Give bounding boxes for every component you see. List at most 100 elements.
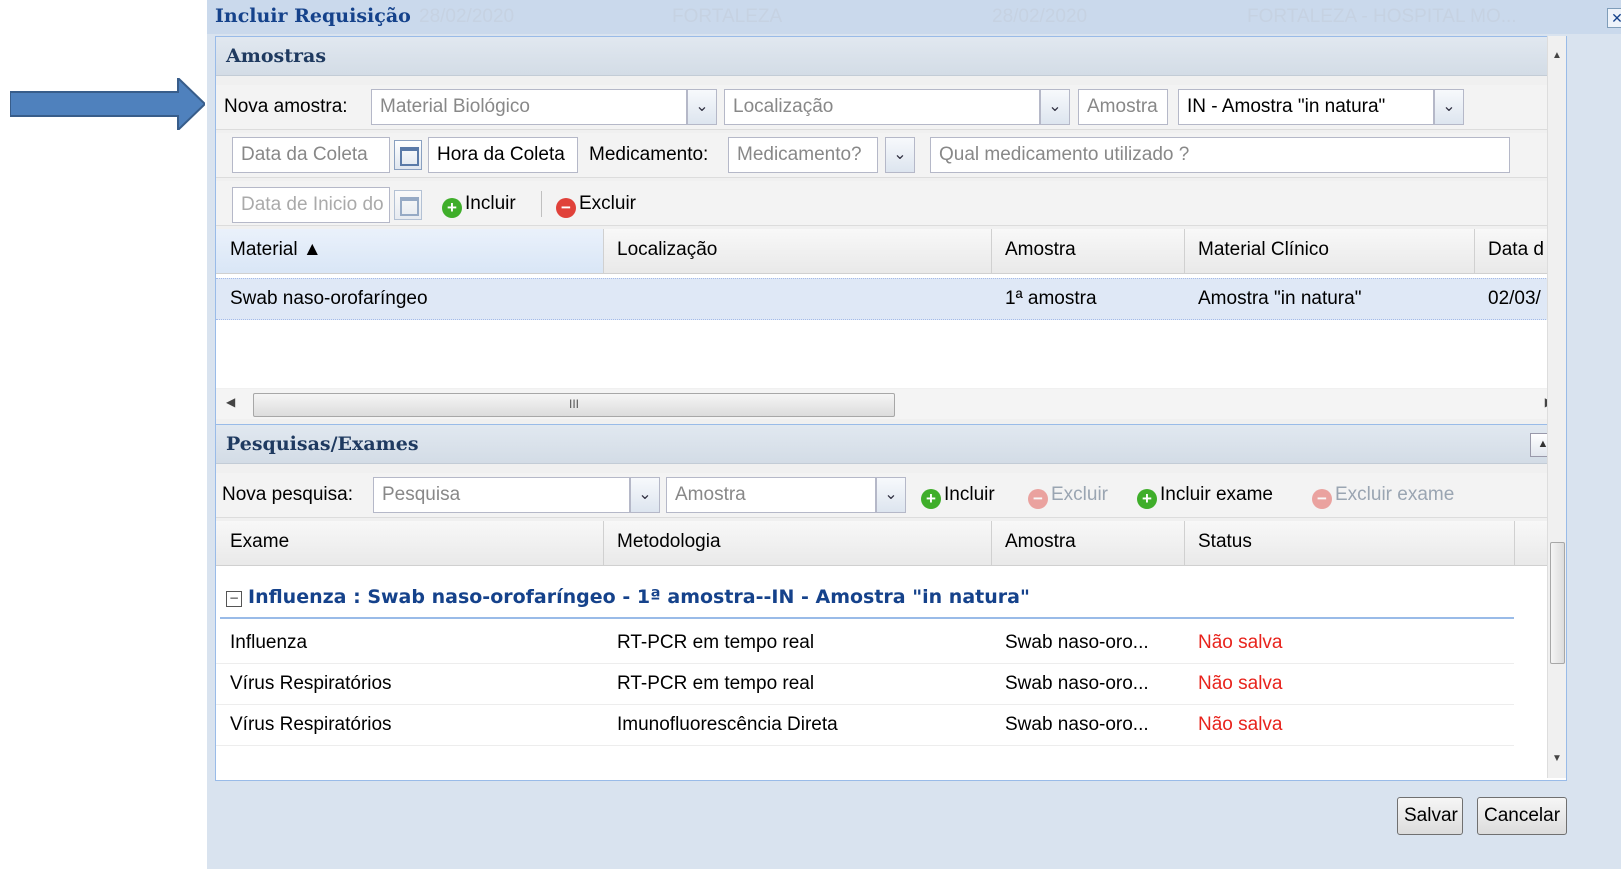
pesquisas-header: Pesquisas/Exames ▲ (216, 425, 1566, 464)
cell-material-clinico: Amostra "in natura" (1198, 288, 1362, 309)
chevron-down-icon[interactable]: ⌄ (687, 89, 717, 125)
column-separator (603, 229, 604, 273)
cell-status: Não salva (1198, 632, 1283, 653)
column-separator (1184, 521, 1185, 565)
vertical-scrollbar[interactable]: ▲ ▼ (1547, 36, 1566, 778)
table-row[interactable]: Vírus Respiratórios Imunofluorescência D… (216, 705, 1514, 746)
cell-amostra: Swab naso-oro... (1005, 673, 1149, 694)
cell-exame: Vírus Respiratórios (230, 714, 392, 735)
group-divider (220, 617, 1514, 619)
minus-icon: − (556, 198, 576, 218)
medicamento-combo[interactable]: Medicamento? (728, 137, 878, 173)
calendar-icon[interactable] (394, 190, 422, 220)
toolbar-separator (541, 191, 542, 217)
col-exame[interactable]: Exame (230, 531, 289, 553)
hora-coleta-field[interactable]: Hora da Coleta (428, 137, 578, 173)
amostras-grid-header: Material ▲ Localização Amostra Material … (216, 229, 1566, 274)
amostras-grid-body: Swab naso-orofaríngeo 1ª amostra Amostra… (216, 274, 1566, 388)
chevron-down-icon[interactable]: ⌄ (876, 477, 906, 513)
column-separator (991, 521, 992, 565)
column-separator (603, 521, 604, 565)
col-localizacao[interactable]: Localização (617, 239, 717, 261)
material-biologico-combo[interactable]: Material Biológico (371, 89, 687, 125)
exames-grid-body: − Influenza : Swab naso-orofaríngeo - 1ª … (216, 566, 1566, 780)
salvar-button[interactable]: Salvar (1397, 797, 1463, 835)
excluir-pesquisa-button[interactable]: − Excluir (1028, 484, 1108, 509)
col-material[interactable]: Material ▲ (230, 239, 322, 261)
calendar-icon[interactable] (394, 140, 422, 170)
plus-icon: + (1137, 489, 1157, 509)
medicamento-label: Medicamento: (589, 144, 709, 165)
col-status[interactable]: Status (1198, 531, 1252, 553)
column-separator (1514, 521, 1515, 565)
amostra-pesquisa-combo[interactable]: Amostra (666, 477, 876, 513)
nova-amostra-label: Nova amostra: (224, 96, 348, 117)
incluir-requisicao-dialog: Incluir Requisição 28/02/2020 FORTALEZA … (207, 0, 1621, 869)
pesquisa-combo[interactable]: Pesquisa (373, 477, 630, 513)
col-metodologia[interactable]: Metodologia (617, 531, 721, 553)
annotation-arrow (10, 78, 205, 130)
scroll-left-icon[interactable]: ◀ (226, 395, 235, 409)
group-header[interactable]: − Influenza : Swab naso-orofaríngeo - 1ª … (226, 586, 1030, 608)
col-data[interactable]: Data d (1488, 239, 1544, 261)
cell-exame: Vírus Respiratórios (230, 673, 392, 694)
amostras-panel: Amostras Nova amostra: Material Biológic… (215, 36, 1567, 426)
chevron-down-icon[interactable]: ⌄ (885, 137, 915, 173)
qual-medicamento-field[interactable]: Qual medicamento utilizado ? (930, 137, 1510, 173)
cell-amostra: Swab naso-oro... (1005, 714, 1149, 735)
cancelar-button[interactable]: Cancelar (1477, 797, 1567, 835)
ghost-city: FORTALEZA (672, 6, 783, 27)
table-row[interactable]: Swab naso-orofaríngeo 1ª amostra Amostra… (216, 278, 1566, 320)
cell-amostra: Swab naso-oro... (1005, 632, 1149, 653)
plus-icon: + (921, 489, 941, 509)
localizacao-combo[interactable]: Localização (724, 89, 1040, 125)
cell-amostra: 1ª amostra (1005, 288, 1097, 309)
cell-status: Não salva (1198, 714, 1283, 735)
collapse-group-icon[interactable]: − (226, 591, 242, 607)
amostras-title: Amostras (226, 45, 327, 67)
amostras-toolbar-row3: Data de Inicio do + Incluir − Excluir (216, 181, 1566, 226)
plus-icon: + (442, 198, 462, 218)
column-separator (1184, 229, 1185, 273)
cell-metodologia: Imunofluorescência Direta (617, 714, 838, 735)
table-row[interactable]: Influenza RT-PCR em tempo real Swab naso… (216, 623, 1514, 664)
pesquisas-panel: Pesquisas/Exames ▲ Nova pesquisa: Pesqui… (215, 424, 1567, 781)
amostra-label-box: Amostra (1078, 89, 1168, 125)
scroll-down-icon[interactable]: ▼ (1552, 753, 1562, 764)
excluir-amostra-button[interactable]: − Excluir (556, 193, 636, 218)
col-material-clinico[interactable]: Material Clínico (1198, 239, 1329, 261)
col-amostra[interactable]: Amostra (1005, 531, 1076, 553)
chevron-down-icon[interactable]: ⌄ (1040, 89, 1070, 125)
scroll-up-icon[interactable]: ▲ (1552, 50, 1562, 61)
col-amostra[interactable]: Amostra (1005, 239, 1076, 261)
pesquisas-title: Pesquisas/Exames (226, 433, 419, 455)
table-row[interactable]: Vírus Respiratórios RT-PCR em tempo real… (216, 664, 1514, 705)
exames-grid-header: Exame Metodologia Amostra Status (216, 521, 1566, 566)
chevron-down-icon[interactable]: ⌄ (1434, 89, 1464, 125)
cell-metodologia: RT-PCR em tempo real (617, 632, 815, 653)
incluir-pesquisa-button[interactable]: + Incluir (921, 484, 995, 509)
column-separator (991, 229, 992, 273)
scrollbar-thumb[interactable] (1550, 542, 1565, 664)
dialog-titlebar: Incluir Requisição 28/02/2020 FORTALEZA … (207, 0, 1621, 34)
data-inicio-field[interactable]: Data de Inicio do (232, 187, 390, 223)
scrollbar-thumb[interactable]: III (253, 393, 895, 417)
chevron-down-icon[interactable]: ⌄ (630, 477, 660, 513)
amostra-combo[interactable]: IN - Amostra "in natura" (1178, 89, 1434, 125)
cell-material: Swab naso-orofaríngeo (230, 288, 428, 309)
data-coleta-field[interactable]: Data da Coleta (232, 137, 390, 173)
ghost-date-2: 28/02/2020 (992, 6, 1088, 27)
amostras-toolbar-row1: Nova amostra: Material Biológico ⌄ Local… (216, 85, 1566, 130)
horizontal-scrollbar[interactable]: ◀ III ▶ (216, 389, 1566, 419)
excluir-exame-button[interactable]: − Excluir exame (1312, 484, 1454, 509)
incluir-exame-button[interactable]: + Incluir exame (1137, 484, 1273, 509)
cell-exame: Influenza (230, 632, 308, 653)
close-icon[interactable]: ✕ (1607, 8, 1621, 28)
minus-icon: − (1312, 489, 1332, 509)
minus-icon: − (1028, 489, 1048, 509)
nova-pesquisa-label: Nova pesquisa: (222, 484, 353, 505)
cell-metodologia: RT-PCR em tempo real (617, 673, 815, 694)
group-label: Influenza : Swab naso-orofaríngeo - 1ª a… (248, 586, 1030, 608)
incluir-amostra-button[interactable]: + Incluir (442, 193, 516, 218)
column-separator (1474, 229, 1475, 273)
